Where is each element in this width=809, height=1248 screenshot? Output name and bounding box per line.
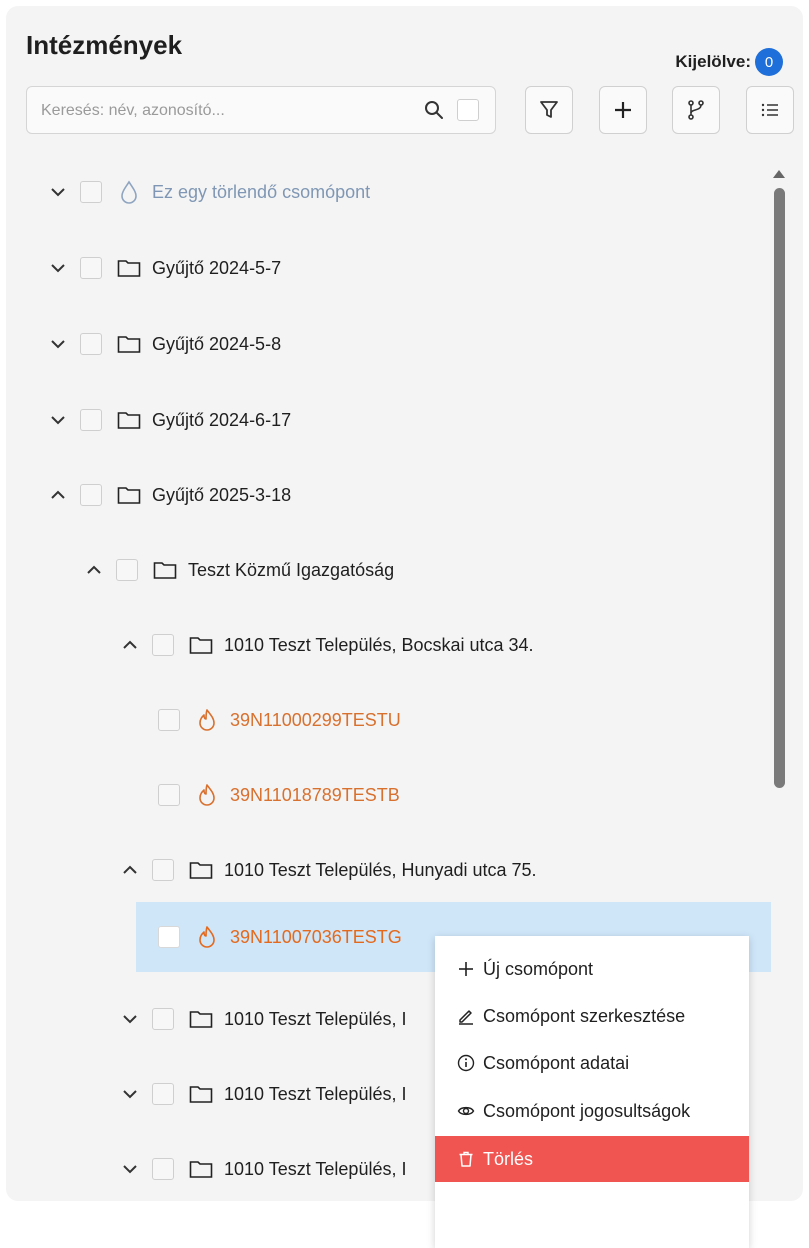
branch-button[interactable] [672,86,720,134]
filter-icon [540,101,558,118]
folder-icon [188,1081,214,1107]
folder-icon [116,331,142,357]
menu-item-node-permissions[interactable]: Csomópont jogosultságok [435,1088,749,1134]
row-checkbox[interactable] [152,1008,174,1030]
menu-item-label: Csomópont szerkesztése [483,1005,686,1026]
tree-row-label: 1010 Teszt Település, I [224,1083,407,1104]
selected-indicator: Kijelölve: 0 [675,48,783,76]
folder-icon [116,482,142,508]
tree-row[interactable]: Gyűjtő 2024-5-8 [26,314,791,374]
scroll-up-arrow[interactable] [772,168,786,180]
chevron-down-icon[interactable] [118,1157,142,1181]
search-box [26,86,496,135]
flame-icon [194,924,220,950]
folder-icon [188,632,214,658]
row-checkbox[interactable] [80,333,102,355]
chevron-up-icon[interactable] [118,858,142,882]
drop-icon [116,179,142,205]
list-view-button[interactable] [746,86,794,134]
tree-row-label: Gyűjtő 2024-5-7 [152,257,282,278]
plus-icon [455,958,477,980]
tree-row[interactable]: Ez egy törlendő csomópont [26,162,791,222]
row-checkbox[interactable] [158,926,180,948]
row-checkbox[interactable] [152,1158,174,1180]
tree-row[interactable]: Gyűjtő 2024-6-17 [26,390,791,450]
tree-row-label: Gyűjtő 2025-3-18 [152,484,292,505]
scrollbar-thumb[interactable] [774,188,785,788]
menu-item-label: Új csomópont [483,958,594,979]
tree-row-label: 1010 Teszt Település, Hunyadi utca 75. [224,859,537,880]
folder-icon [188,1006,214,1032]
folder-icon [116,255,142,281]
tree-row[interactable]: 1010 Teszt Település, Hunyadi utca 75. [26,840,803,900]
add-button[interactable] [599,86,647,134]
row-checkbox[interactable] [80,484,102,506]
chevron-down-icon[interactable] [118,1007,142,1031]
trash-icon [455,1148,477,1170]
folder-icon [152,557,178,583]
folder-icon [188,1156,214,1182]
tree-row[interactable]: Gyűjtő 2025-3-18 [26,465,791,525]
tree-row-label: Gyűjtő 2024-5-8 [152,333,282,354]
tree-row[interactable]: Gyűjtő 2024-5-7 [26,238,791,298]
tree-row-label: 1010 Teszt Település, I [224,1008,407,1029]
tree-row[interactable]: 39N11000299TESTU [26,690,803,750]
selected-label: Kijelölve: [675,52,751,71]
branch-icon [688,100,704,120]
plus-icon [615,102,631,118]
menu-item-edit-node[interactable]: Csomópont szerkesztése [435,993,749,1039]
tree-row-label: 1010 Teszt Település, Bocskai utca 34. [224,634,534,655]
tree-row-label: 39N11018789TESTB [230,784,400,805]
chevron-down-icon[interactable] [46,180,70,204]
tree-row-label: 1010 Teszt Település, I [224,1158,407,1179]
search-exact-checkbox[interactable] [457,99,479,121]
context-menu: Új csomópont Csomópont szerkesztése Csom… [435,936,749,1248]
row-checkbox[interactable] [116,559,138,581]
menu-item-label: Csomópont adatai [483,1052,630,1073]
chevron-up-icon[interactable] [118,633,142,657]
eye-icon [455,1100,477,1122]
search-icon[interactable] [423,99,445,121]
chevron-down-icon[interactable] [46,256,70,280]
info-icon [455,1052,477,1074]
tree-row-label: 39N11007036TESTG [230,926,402,947]
folder-icon [116,407,142,433]
list-icon [761,103,778,117]
row-checkbox[interactable] [152,634,174,656]
menu-item-label: Csomópont jogosultságok [483,1100,691,1121]
page-title: Intézmények [26,30,183,60]
row-checkbox[interactable] [80,181,102,203]
tree-row[interactable]: Teszt Közmű Igazgatóság [26,540,803,600]
menu-item-label: Törlés [483,1148,534,1169]
chevron-down-icon[interactable] [46,332,70,356]
row-checkbox[interactable] [152,859,174,881]
row-checkbox[interactable] [158,709,180,731]
chevron-down-icon[interactable] [118,1082,142,1106]
search-input[interactable] [39,87,413,135]
pencil-icon [455,1005,477,1027]
row-checkbox[interactable] [152,1083,174,1105]
tree-row-label: Ez egy törlendő csomópont [152,181,371,202]
menu-item-delete[interactable]: Törlés [435,1136,749,1182]
tree-row[interactable]: 1010 Teszt Település, Bocskai utca 34. [26,615,803,675]
row-checkbox[interactable] [158,784,180,806]
chevron-down-icon[interactable] [46,408,70,432]
menu-item-new-node[interactable]: Új csomópont [435,946,749,992]
filter-button[interactable] [525,86,573,134]
tree-row-label: Teszt Közmű Igazgatóság [188,559,395,580]
menu-item-node-details[interactable]: Csomópont adatai [435,1040,749,1086]
flame-icon [194,782,220,808]
tree-row-label: 39N11000299TESTU [230,709,401,730]
tree-row[interactable]: 39N11018789TESTB [26,765,803,825]
folder-icon [188,857,214,883]
row-checkbox[interactable] [80,257,102,279]
chevron-up-icon[interactable] [82,558,106,582]
tree-row-label: Gyűjtő 2024-6-17 [152,409,292,430]
chevron-up-icon[interactable] [46,483,70,507]
selected-count-badge: 0 [755,48,783,76]
flame-icon [194,707,220,733]
row-checkbox[interactable] [80,409,102,431]
